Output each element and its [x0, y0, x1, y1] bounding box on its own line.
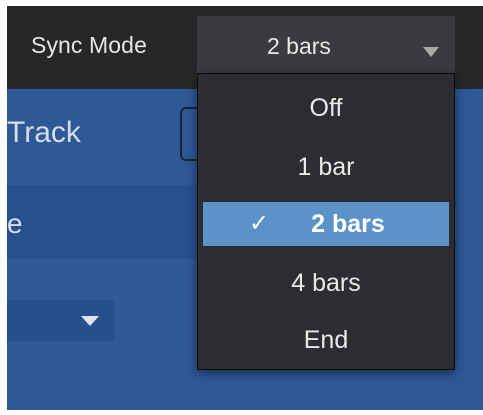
- menu-item-2-bars[interactable]: ✓ 2 bars: [203, 202, 449, 246]
- menu-item-label: Off: [309, 94, 343, 122]
- menu-item-end[interactable]: End: [198, 318, 454, 362]
- panel-select[interactable]: [7, 300, 114, 341]
- track-label: Track: [7, 116, 81, 149]
- menu-item-4-bars[interactable]: 4 bars: [198, 261, 454, 305]
- sync-mode-select[interactable]: 2 bars: [197, 16, 455, 79]
- sync-mode-label: Sync Mode: [31, 32, 147, 58]
- app-window: Sync Mode 2 bars Track e Off 1 bar ✓ 2 b…: [7, 6, 483, 410]
- checkmark-icon: ✓: [249, 210, 270, 237]
- menu-item-1-bar[interactable]: 1 bar: [198, 145, 454, 189]
- menu-item-label: 4 bars: [291, 269, 361, 297]
- caret-down-icon: [81, 316, 99, 326]
- menu-item-label: End: [303, 326, 349, 354]
- menu-item-label: 1 bar: [297, 153, 355, 181]
- panel-row[interactable]: e: [7, 185, 207, 259]
- caret-down-icon: [423, 47, 439, 57]
- sync-mode-value: 2 bars: [267, 33, 331, 59]
- menu-item-off[interactable]: Off: [198, 86, 454, 130]
- panel-row-label: e: [7, 208, 23, 239]
- menu-item-label: 2 bars: [311, 210, 385, 238]
- sync-mode-menu: Off 1 bar ✓ 2 bars 4 bars End: [197, 73, 455, 370]
